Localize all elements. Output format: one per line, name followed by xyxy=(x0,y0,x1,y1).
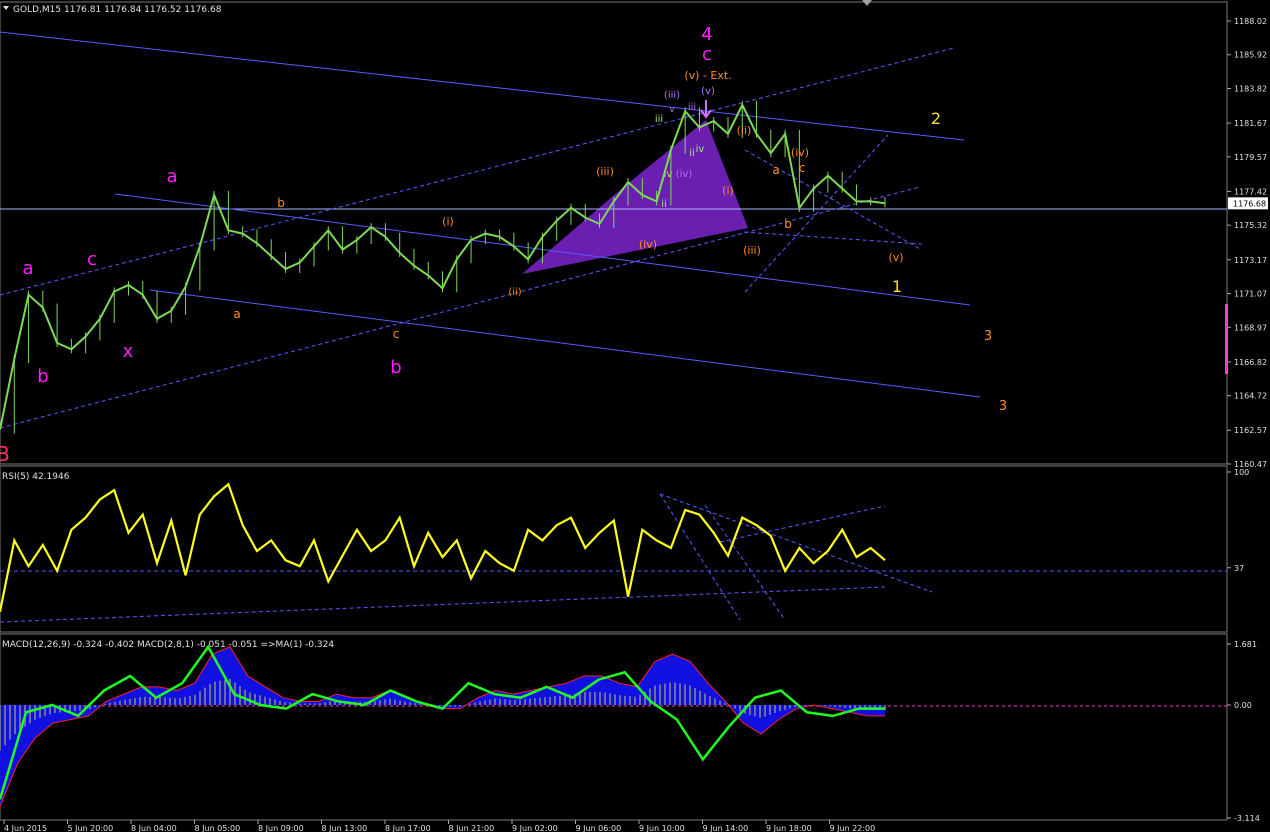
wave-label: (v) - Ext. xyxy=(684,69,731,82)
x-tick-label: 4 Jun 2015 xyxy=(4,824,47,832)
wave-label: b xyxy=(390,357,401,378)
x-tick-label: 8 Jun 05:00 xyxy=(195,824,241,832)
x-tick-label: 9 Jun 14:00 xyxy=(703,824,749,832)
wave-label: c xyxy=(393,327,400,341)
x-tick-label: 9 Jun 22:00 xyxy=(830,824,876,832)
wave-label: (ii) xyxy=(508,287,521,298)
wave-label: c xyxy=(702,44,712,65)
wave-label: iv xyxy=(664,169,673,180)
rsi-title: RSI(5) 42.1946 xyxy=(2,472,70,482)
price-y-tick-label: 1162.57 xyxy=(1234,426,1267,435)
price-y-tick-label: 1181.67 xyxy=(1234,119,1267,128)
wave-label: 3 xyxy=(984,329,992,344)
x-tick-label: 8 Jun 09:00 xyxy=(258,824,304,832)
wave-label: ii xyxy=(661,199,667,210)
x-tick-label: 8 Jun 13:00 xyxy=(322,824,368,832)
macd-title: MACD(12,26,9) -0.324 -0.402 MACD(2,8,1) … xyxy=(2,640,334,650)
price-y-tick-label: 1171.07 xyxy=(1234,290,1267,299)
wave-label: (iii) xyxy=(743,244,761,257)
wave-label: c xyxy=(799,161,806,175)
ohlc-label: 1176.81 1176.84 1176.52 1176.68 xyxy=(64,5,222,15)
scroll-indicator[interactable] xyxy=(1225,304,1228,374)
wave-label: B xyxy=(0,442,10,466)
wave-label: (iii) xyxy=(596,165,614,178)
x-tick-label: 9 Jun 10:00 xyxy=(639,824,685,832)
x-tick-label: 8 Jun 21:00 xyxy=(449,824,495,832)
price-y-tick-label: 1188.02 xyxy=(1234,17,1267,26)
wave-label: (ii) xyxy=(737,124,752,137)
wave-label: (iv) xyxy=(791,146,809,159)
rsi-y-tick-label: 37 xyxy=(1234,564,1244,573)
price-y-tick-label: 1183.82 xyxy=(1234,85,1267,94)
wave-label: (iii) xyxy=(664,90,680,101)
wave-label: 4 xyxy=(701,24,712,45)
price-y-tick-label: 1164.72 xyxy=(1234,392,1267,401)
wave-label: b xyxy=(277,196,285,210)
price-y-tick-label: 1166.82 xyxy=(1234,358,1267,367)
price-y-tick-label: 1173.17 xyxy=(1234,256,1267,265)
wave-label: iv xyxy=(696,144,705,155)
price-y-tick-label: 1179.57 xyxy=(1234,153,1267,162)
price-y-tick-label: 1185.92 xyxy=(1234,51,1267,60)
wave-label: (v) xyxy=(888,251,903,264)
wave-label: (i) xyxy=(722,184,734,197)
current-price-label: 1176.68 xyxy=(1233,199,1266,208)
x-tick-label: 9 Jun 18:00 xyxy=(766,824,812,832)
wave-label: (i) xyxy=(442,215,454,228)
wave-label: iii xyxy=(688,102,696,113)
x-tick-label: 8 Jun 04:00 xyxy=(131,824,177,832)
wave-label: a xyxy=(772,163,779,177)
wave-label: (iv) xyxy=(676,169,693,180)
price-y-tick-label: 1168.97 xyxy=(1234,323,1267,332)
chart-root: GOLD,M15 1176.81 1176.84 1176.52 1176.68… xyxy=(0,0,1270,832)
symbol-label: GOLD,M15 xyxy=(13,5,61,15)
wave-label: b xyxy=(784,217,792,231)
wave-label: a xyxy=(22,258,33,279)
price-y-tick-label: 1177.42 xyxy=(1234,187,1267,196)
wave-label: c xyxy=(87,249,97,270)
wave-label: a xyxy=(233,307,240,321)
macd-y-tick-label: -3.114 xyxy=(1234,814,1260,823)
wave-label: x xyxy=(123,341,134,362)
wave-label: v xyxy=(669,105,675,115)
macd-y-tick-label: 0.00 xyxy=(1234,701,1252,710)
background xyxy=(0,0,1270,832)
wave-label: a xyxy=(166,166,177,187)
x-tick-label: 5 Jun 20:00 xyxy=(68,824,114,832)
wave-label: 1 xyxy=(892,277,902,296)
x-tick-label: 9 Jun 02:00 xyxy=(512,824,558,832)
x-tick-label: 9 Jun 06:00 xyxy=(576,824,622,832)
wave-label: (iv) xyxy=(639,238,657,251)
wave-label: iii xyxy=(655,114,663,125)
rsi-y-tick-label: 100 xyxy=(1234,468,1249,477)
wave-label: 3 xyxy=(999,399,1007,414)
wave-label: ii xyxy=(689,148,695,159)
price-y-tick-label: 1175.32 xyxy=(1234,221,1267,230)
wave-label: b xyxy=(37,366,48,387)
macd-y-tick-label: 1.681 xyxy=(1234,640,1257,649)
wave-label: (v) xyxy=(701,86,715,97)
wave-label: 2 xyxy=(931,109,941,128)
x-tick-label: 8 Jun 17:00 xyxy=(385,824,431,832)
